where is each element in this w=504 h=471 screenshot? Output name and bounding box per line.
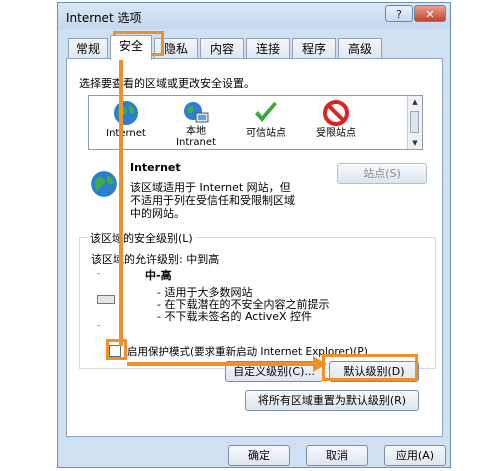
zone-intranet[interactable]: 本地 Intranet bbox=[161, 96, 231, 151]
check-icon bbox=[255, 102, 277, 122]
zone-globe-icon bbox=[91, 171, 117, 197]
tab-content[interactable]: 内容 bbox=[200, 38, 244, 59]
zone-restricted-label: 受限站点 bbox=[316, 128, 356, 139]
window-title: Internet 选项 bbox=[66, 11, 142, 25]
zone-trusted-label: 可信站点 bbox=[246, 128, 286, 139]
intranet-icon bbox=[184, 102, 209, 123]
annotation-default-button-highlight bbox=[322, 354, 418, 381]
slider-tick-top: - bbox=[97, 269, 101, 279]
restricted-icon bbox=[323, 100, 349, 126]
title-bar[interactable]: Internet 选项 ? ✕ bbox=[58, 3, 450, 29]
annotation-checkbox-highlight bbox=[106, 339, 127, 360]
internet-options-dialog: Internet 选项 ? ✕ 常规 安全 隐私 内容 连接 程序 高级 选择要… bbox=[57, 2, 451, 468]
globe-icon bbox=[114, 101, 138, 125]
annotation-horizontal-line bbox=[127, 362, 317, 366]
scroll-thumb[interactable] bbox=[410, 111, 419, 133]
tab-programs[interactable]: 程序 bbox=[292, 38, 336, 59]
cancel-button[interactable]: 取消 bbox=[306, 445, 368, 466]
level-name: 中-高 bbox=[145, 269, 172, 282]
close-button[interactable]: ✕ bbox=[414, 5, 446, 22]
annotation-vertical-line bbox=[119, 56, 123, 346]
zone-prompt: 选择要查看的区域或更改安全设置。 bbox=[79, 77, 255, 90]
security-level-title: 该区域的安全级别(L) bbox=[88, 230, 195, 246]
zone-desc-3: 中的网站。 bbox=[130, 207, 185, 220]
zone-intranet-label: 本地 Intranet bbox=[176, 126, 216, 148]
ok-button[interactable]: 确定 bbox=[228, 445, 290, 466]
zone-internet[interactable]: Internet bbox=[91, 96, 161, 151]
slider-tick-lower: - bbox=[97, 321, 101, 331]
tab-advanced[interactable]: 高级 bbox=[338, 38, 382, 59]
help-button[interactable]: ? bbox=[385, 5, 413, 22]
security-level-slider[interactable] bbox=[97, 295, 115, 304]
allowed-levels-label: 该区域的允许级别: 中到高 bbox=[91, 253, 220, 266]
zone-restricted[interactable]: 受限站点 bbox=[301, 96, 371, 151]
tab-general[interactable]: 常规 bbox=[68, 38, 108, 59]
zone-internet-label: Internet bbox=[106, 128, 146, 139]
zone-trusted[interactable]: 可信站点 bbox=[231, 96, 301, 151]
level-desc-3: - 不下载未签名的 ActiveX 控件 bbox=[157, 310, 313, 323]
apply-button[interactable]: 应用(A) bbox=[384, 445, 446, 466]
reset-all-zones-button[interactable]: 将所有区域重置为默认级别(R) bbox=[245, 390, 419, 411]
scroll-down-icon[interactable]: ▼ bbox=[408, 137, 422, 149]
tab-connections[interactable]: 连接 bbox=[246, 38, 290, 59]
tab-security[interactable]: 安全 bbox=[110, 35, 152, 60]
zone-title: Internet bbox=[130, 161, 181, 174]
sites-button[interactable]: 站点(S) bbox=[337, 163, 427, 184]
zone-list-scrollbar[interactable]: ▲ ▼ bbox=[407, 96, 422, 149]
scroll-up-icon[interactable]: ▲ bbox=[408, 96, 422, 108]
zone-list: Internet 本地 Intranet 可信站点 受限站点 ▲ ▼ bbox=[88, 95, 423, 150]
